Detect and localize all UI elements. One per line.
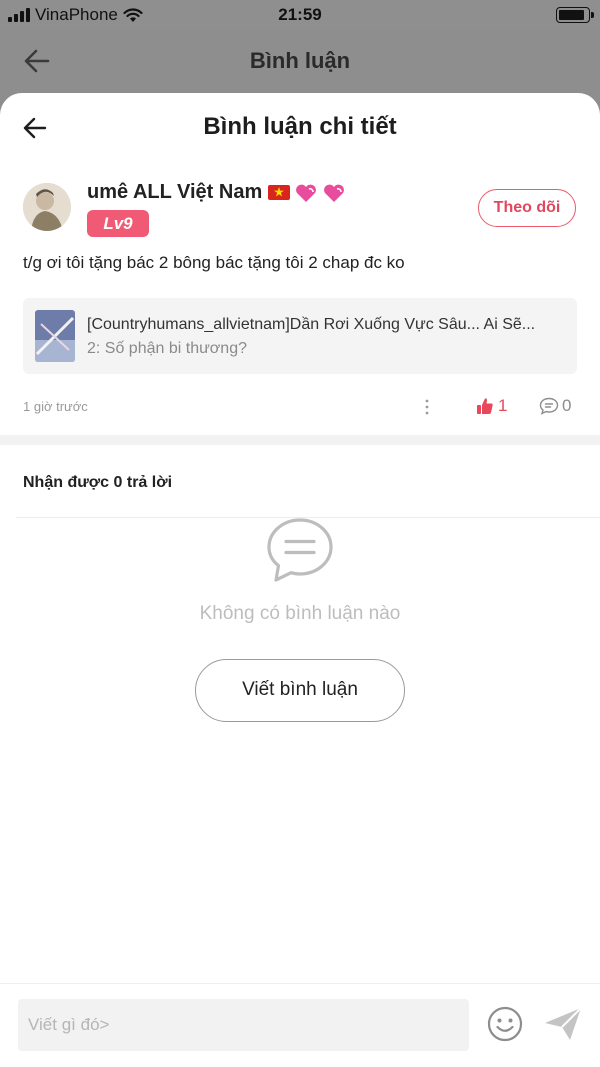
story-chapter: 2: Số phận bi thương? [87, 340, 247, 357]
comment-text: t/g ơi tôi tặng bác 2 bông bác tặng tôi … [23, 253, 405, 272]
status-bar: VinaPhone 21:59 [0, 0, 600, 30]
comment-composer [0, 983, 600, 1067]
avatar[interactable] [23, 183, 71, 231]
empty-comments-icon [267, 518, 333, 582]
reply-count: 0 [562, 396, 572, 415]
background-header: Bình luận [0, 30, 600, 94]
thumbs-up-icon [477, 398, 493, 414]
like-button[interactable]: 1 [476, 396, 507, 416]
comment-bubble-icon [539, 397, 559, 415]
vietnam-flag-icon [268, 185, 291, 200]
story-cover-image [35, 310, 75, 362]
clock: 21:59 [278, 5, 322, 24]
background-page-title: Bình luận [249, 48, 351, 73]
send-icon[interactable] [543, 1006, 583, 1042]
more-options-icon[interactable] [424, 399, 430, 415]
replies-heading: Nhận được 0 trả lời [23, 474, 173, 491]
comment-timestamp: 1 giờ trước [23, 399, 88, 414]
sparkling-heart-icon [324, 184, 345, 202]
follow-button[interactable]: Theo dõi [478, 189, 576, 227]
emoji-icon[interactable] [487, 1006, 523, 1042]
username-text: umê ALL Việt Nam [87, 181, 263, 203]
battery-level [559, 10, 585, 20]
section-divider [0, 435, 600, 445]
battery-icon [556, 7, 594, 23]
sparkling-heart-icon [296, 184, 317, 202]
empty-state-text: Không có bình luận nào [199, 603, 401, 624]
like-count: 1 [498, 396, 508, 415]
story-title: [Countryhumans_allvietnam]Dần Rơi Xuống … [87, 316, 536, 333]
sheet-title: Bình luận chi tiết [203, 113, 397, 140]
username[interactable]: umê ALL Việt Nam [87, 181, 346, 204]
reply-button[interactable]: 0 [539, 396, 571, 416]
comment-input[interactable] [18, 999, 469, 1051]
story-link-card[interactable]: [Countryhumans_allvietnam]Dần Rơi Xuống … [23, 298, 577, 374]
comment-detail-sheet: Bình luận chi tiết umê ALL Việt Nam Lv9 … [0, 93, 600, 1067]
level-badge: Lv9 [87, 210, 149, 237]
write-comment-button[interactable]: Viết bình luận [195, 659, 405, 722]
